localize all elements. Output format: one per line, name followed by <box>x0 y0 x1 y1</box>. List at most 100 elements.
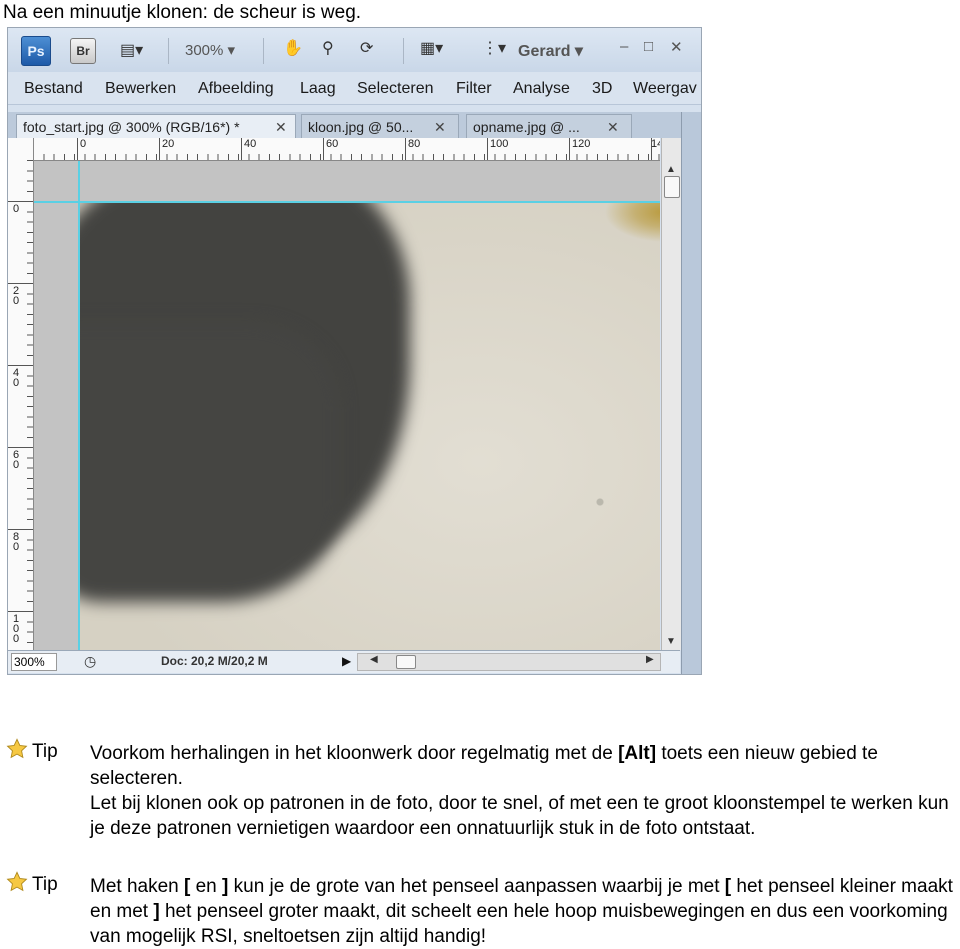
rotate-view-icon[interactable]: ⟳ <box>360 38 373 58</box>
tip-2-text: Met haken [ en ] kun je de grote van het… <box>90 874 960 949</box>
dark-area <box>80 322 340 602</box>
ruler-label: 0 <box>12 203 20 215</box>
ruler-label: 140 <box>651 138 660 150</box>
ruler-tick <box>8 611 33 612</box>
panel-strip <box>681 112 701 674</box>
menu-weergave[interactable]: Weergav <box>633 80 697 98</box>
status-menu-arrow-icon[interactable]: ▶ <box>342 654 351 668</box>
tip-text-part: en <box>190 876 223 897</box>
ruler-tick <box>8 283 33 284</box>
tab-foto-start[interactable]: foto_start.jpg @ 300% (RGB/16*) * ✕ <box>16 114 296 139</box>
separator <box>168 38 169 64</box>
ruler-minor-ticks <box>27 160 33 650</box>
tip-text-part: Met haken <box>90 876 184 897</box>
menu-laag[interactable]: Laag <box>300 80 336 98</box>
application-bar: Ps Br ▤▾ 300% ▾ ✋ ⚲ ⟳ ▦▾ ⋮▾ Gerard ▾ – □… <box>8 28 701 72</box>
tip-paragraph: Let bij klonen ook op patronen in de fot… <box>90 791 960 841</box>
menu-selecteren[interactable]: Selecteren <box>357 80 434 98</box>
tip-text-part: Let bij klonen ook op patronen in de fot… <box>90 793 949 839</box>
separator <box>263 38 264 64</box>
ruler-label: 20 <box>162 138 175 150</box>
ruler-label: 0 <box>80 138 87 150</box>
ruler-tick <box>8 365 33 366</box>
menu-3d[interactable]: 3D <box>592 80 612 98</box>
menu-filter[interactable]: Filter <box>456 80 492 98</box>
star-icon <box>6 871 28 892</box>
page-heading: Na een minuutje klonen: de scheur is weg… <box>3 2 362 23</box>
ruler-label: 20 <box>12 285 20 307</box>
horizontal-guide[interactable] <box>34 201 660 203</box>
status-bar: 300% ◷ Doc: 20,2 M/20,2 M ▶ ◀ ▶ <box>8 650 680 673</box>
ruler-label: 100 <box>490 138 509 150</box>
scroll-up-icon[interactable]: ▲ <box>666 164 676 175</box>
tip-text-part: Voorkom herhalingen in het kloonwerk doo… <box>90 743 619 764</box>
maximize-icon[interactable]: □ <box>644 38 653 55</box>
document-size-info[interactable]: Doc: 20,2 M/20,2 M <box>161 654 268 668</box>
minimize-icon[interactable]: – <box>620 38 628 55</box>
timer-icon[interactable]: ◷ <box>84 653 96 670</box>
ruler-minor-ticks <box>33 154 660 160</box>
zoom-tool-icon[interactable]: ⚲ <box>322 38 334 58</box>
ruler-label: 60 <box>326 138 339 150</box>
photoshop-logo: Ps <box>21 36 51 66</box>
close-icon[interactable]: ✕ <box>670 38 683 56</box>
menu-bestand[interactable]: Bestand <box>24 80 83 98</box>
vertical-ruler[interactable]: 0 20 40 60 80 100 <box>8 138 34 650</box>
ruler-label: 60 <box>12 449 20 471</box>
ruler-label: 80 <box>12 531 20 553</box>
view-extras-icon[interactable]: ▤▾ <box>120 40 143 60</box>
ruler-tick <box>8 447 33 448</box>
photo-image <box>80 202 660 650</box>
menu-bewerken[interactable]: Bewerken <box>105 80 176 98</box>
ruler-label: 40 <box>244 138 257 150</box>
arrange-documents-icon[interactable]: ▦▾ <box>420 38 443 58</box>
tab-close-icon[interactable]: ✕ <box>434 115 446 139</box>
menu-analyse[interactable]: Analyse <box>513 80 570 98</box>
ruler-label: 80 <box>408 138 421 150</box>
workspace-name: Gerard <box>518 43 571 60</box>
menu-bar: Bestand Bewerken Afbeelding Laag Selecte… <box>8 72 701 105</box>
zoom-level-dropdown[interactable]: 300% ▾ <box>185 41 235 59</box>
separator <box>403 38 404 64</box>
vertical-scroll-thumb[interactable] <box>664 176 680 198</box>
bridge-button[interactable]: Br <box>70 38 96 64</box>
ruler-label: 40 <box>12 367 20 389</box>
scroll-left-icon[interactable]: ◀ <box>370 654 378 665</box>
tip-1-text: Voorkom herhalingen in het kloonwerk doo… <box>90 741 960 841</box>
tab-label: foto_start.jpg @ 300% (RGB/16*) * <box>23 119 240 135</box>
tab-opname[interactable]: opname.jpg @ ... ✕ <box>466 114 632 139</box>
document-tabs: foto_start.jpg @ 300% (RGB/16*) * ✕ kloo… <box>8 112 701 139</box>
workspace-dropdown[interactable]: Gerard ▾ <box>518 41 583 61</box>
vertical-guide[interactable] <box>78 161 80 650</box>
tip-paragraph: Voorkom herhalingen in het kloonwerk doo… <box>90 741 960 791</box>
keyboard-key: [Alt] <box>618 743 657 764</box>
hand-tool-icon[interactable]: ✋ <box>283 38 303 58</box>
ruler-tick <box>8 201 33 202</box>
tab-label: kloon.jpg @ 50... <box>308 119 414 135</box>
document-canvas[interactable] <box>34 161 660 650</box>
scroll-down-icon[interactable]: ▼ <box>666 636 676 647</box>
tab-label: opname.jpg @ ... <box>473 119 580 135</box>
zoom-level-value: 300% <box>185 42 224 59</box>
tab-close-icon[interactable]: ✕ <box>275 115 287 139</box>
photoshop-window: Ps Br ▤▾ 300% ▾ ✋ ⚲ ⟳ ▦▾ ⋮▾ Gerard ▾ – □… <box>7 27 702 675</box>
horizontal-ruler[interactable]: 0 20 40 60 80 100 120 140 <box>33 138 660 161</box>
ruler-tick <box>8 529 33 530</box>
horizontal-scrollbar[interactable]: ◀ ▶ <box>357 653 661 671</box>
tip-text-part: het penseel groter maakt, dit scheelt ee… <box>90 901 948 947</box>
tab-close-icon[interactable]: ✕ <box>607 115 619 139</box>
tip-label: Tip <box>32 874 58 895</box>
ruler-label: 100 <box>12 613 20 645</box>
ruler-label: 120 <box>572 138 591 150</box>
tab-kloon[interactable]: kloon.jpg @ 50... ✕ <box>301 114 459 139</box>
screen-mode-icon[interactable]: ⋮▾ <box>482 38 506 58</box>
status-zoom-field[interactable]: 300% <box>11 653 57 671</box>
tip-label: Tip <box>32 741 58 762</box>
vertical-scrollbar[interactable]: ▲ ▼ <box>661 138 681 650</box>
star-icon <box>6 738 28 759</box>
scroll-right-icon[interactable]: ▶ <box>646 654 654 665</box>
horizontal-scroll-thumb[interactable] <box>396 655 416 669</box>
tip-paragraph: Met haken [ en ] kun je de grote van het… <box>90 874 960 949</box>
menu-afbeelding[interactable]: Afbeelding <box>198 80 274 98</box>
tip-text-part: kun je de grote van het penseel aanpasse… <box>228 876 725 897</box>
